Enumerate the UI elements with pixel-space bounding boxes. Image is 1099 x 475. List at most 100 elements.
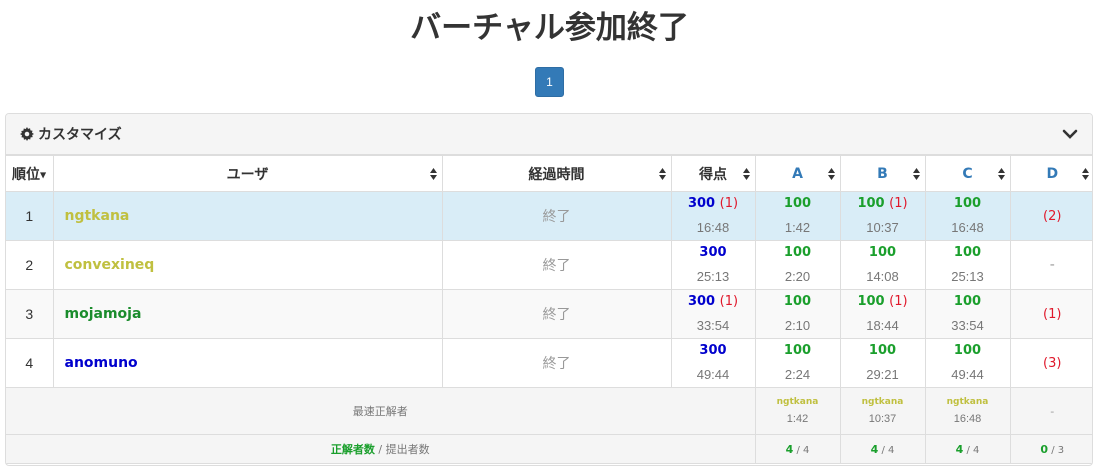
problem-cell[interactable]: 100 (1) 18:44 bbox=[839, 289, 926, 339]
score-header-label: 得点 bbox=[699, 166, 727, 183]
problem-cell[interactable]: 100 49:44 bbox=[924, 338, 1011, 388]
problem-b-link[interactable]: B bbox=[877, 166, 888, 182]
problem-result: 100 bbox=[926, 192, 1010, 216]
problem-points: 100 bbox=[953, 196, 982, 211]
score-time: 16:48 bbox=[696, 220, 730, 235]
chevron-down-icon[interactable] bbox=[1062, 127, 1078, 141]
problem-b-header[interactable]: B bbox=[839, 155, 926, 192]
problem-time: 1:42 bbox=[784, 220, 811, 235]
problem-cell[interactable]: 100 29:21 bbox=[839, 338, 926, 388]
problem-cell[interactable]: (1) bbox=[1009, 289, 1092, 339]
customize-toggle[interactable]: カスタマイズ bbox=[6, 114, 1092, 155]
problem-cell[interactable]: (2) bbox=[1009, 191, 1092, 241]
problem-c-header[interactable]: C bbox=[924, 155, 1011, 192]
score-header[interactable]: 得点 bbox=[670, 155, 756, 192]
problem-time: 49:44 bbox=[951, 367, 984, 382]
fastest-cell: ngtkana 1:42 bbox=[754, 387, 841, 435]
user-header[interactable]: ユーザ bbox=[52, 155, 443, 192]
count-cell: 4 / 4 bbox=[924, 434, 1011, 464]
problem-penalty: (3) bbox=[1043, 356, 1062, 371]
problem-a-header[interactable]: A bbox=[754, 155, 841, 192]
problem-time: 25:13 bbox=[951, 269, 984, 284]
problem-cell: - bbox=[1009, 240, 1092, 290]
rank-cell: 3 bbox=[6, 289, 54, 339]
score-total: 300 bbox=[687, 294, 716, 309]
fastest-time: 10:37 bbox=[868, 412, 897, 425]
problem-time: 16:48 bbox=[951, 220, 984, 235]
problem-penalty: (1) bbox=[889, 294, 908, 309]
score-total: 300 bbox=[699, 343, 727, 358]
problem-cell[interactable]: (3) bbox=[1009, 338, 1092, 388]
score-total: 300 bbox=[687, 196, 716, 211]
problem-result: 100 bbox=[756, 290, 840, 314]
problem-penalty: (1) bbox=[1043, 307, 1062, 322]
problem-points: 100 bbox=[783, 294, 812, 309]
problem-cell[interactable]: 100 16:48 bbox=[924, 191, 1011, 241]
elapsed-header[interactable]: 経過時間 bbox=[441, 155, 672, 192]
score-line: 300 (1) bbox=[672, 290, 755, 314]
problem-result: 100 bbox=[756, 241, 840, 265]
table-row: 4 anomuno 終了 300 49:44 100 2:24 100 29:21 … bbox=[6, 338, 1092, 388]
problem-result: 100 (1) bbox=[841, 290, 925, 314]
problem-result: 100 bbox=[926, 339, 1010, 363]
table-row: 1 ngtkana 終了 300 (1) 16:48 100 1:42 100 (1… bbox=[6, 191, 1092, 241]
user-link[interactable]: mojamoja bbox=[52, 289, 443, 339]
problem-a-link[interactable]: A bbox=[792, 166, 803, 182]
problem-cell[interactable]: 100 33:54 bbox=[924, 289, 1011, 339]
problem-result: 100 bbox=[756, 192, 840, 216]
user-link[interactable]: ngtkana bbox=[52, 191, 443, 241]
score-line: 300 bbox=[672, 241, 755, 265]
rank-cell: 1 bbox=[6, 191, 54, 241]
problem-points: 100 bbox=[857, 294, 885, 309]
fastest-cell: - bbox=[1009, 387, 1092, 435]
elapsed-cell: 終了 bbox=[441, 338, 672, 388]
count-cell: 4 / 4 bbox=[754, 434, 841, 464]
count-row: 正解者数 / 提出者数 4 / 44 / 44 / 40 / 3 bbox=[6, 434, 1092, 464]
score-penalty: (1) bbox=[719, 294, 739, 309]
problem-result: 100 bbox=[841, 339, 925, 363]
problem-time: 2:24 bbox=[784, 367, 811, 382]
pagination-page-1[interactable]: 1 bbox=[535, 67, 564, 97]
no-fastest: - bbox=[1050, 404, 1055, 418]
score-total: 300 bbox=[699, 245, 727, 260]
fastest-user[interactable]: ngtkana bbox=[841, 395, 925, 410]
problem-d-link[interactable]: D bbox=[1046, 166, 1058, 182]
sort-icon bbox=[429, 168, 437, 180]
user-link[interactable]: convexineq bbox=[52, 240, 443, 290]
fastest-user[interactable]: ngtkana bbox=[756, 395, 840, 410]
problem-result: 100 bbox=[926, 241, 1010, 265]
problem-cell[interactable]: 100 1:42 bbox=[754, 191, 841, 241]
score-cell: 300 49:44 bbox=[670, 338, 756, 388]
fastest-label-text: 最速正解者 bbox=[352, 405, 408, 418]
count-cell: 4 / 4 bbox=[839, 434, 926, 464]
problem-result: 100 (1) bbox=[841, 192, 925, 216]
rank-header-label: 順位 bbox=[12, 166, 40, 183]
problem-cell[interactable]: 100 25:13 bbox=[924, 240, 1011, 290]
user-link[interactable]: anomuno bbox=[52, 338, 443, 388]
problem-points: 100 bbox=[953, 343, 982, 358]
sort-icon bbox=[997, 168, 1005, 180]
elapsed-cell: 終了 bbox=[441, 240, 672, 290]
problem-cell[interactable]: 100 2:10 bbox=[754, 289, 841, 339]
rank-header[interactable]: 順位▼ bbox=[6, 155, 54, 192]
sort-icon bbox=[912, 168, 920, 180]
problem-cell[interactable]: 100 2:24 bbox=[754, 338, 841, 388]
submit-count: / 4 bbox=[793, 444, 810, 456]
standings-table: 順位▼ ユーザ 経過時間 得点 A B C D 1 ngtkana 終了 300… bbox=[6, 155, 1092, 464]
fastest-user[interactable]: ngtkana bbox=[926, 395, 1010, 410]
problem-cell[interactable]: 100 14:08 bbox=[839, 240, 926, 290]
problem-time: 2:20 bbox=[784, 269, 811, 284]
problem-cell[interactable]: 100 2:20 bbox=[754, 240, 841, 290]
problem-c-link[interactable]: C bbox=[962, 166, 972, 182]
problem-d-header[interactable]: D bbox=[1009, 155, 1092, 192]
rank-cell: 2 bbox=[6, 240, 54, 290]
problem-result: 100 bbox=[841, 241, 925, 265]
problem-time: 10:37 bbox=[866, 220, 899, 235]
score-time: 25:13 bbox=[696, 269, 730, 284]
problem-cell[interactable]: 100 (1) 10:37 bbox=[839, 191, 926, 241]
problem-time: 33:54 bbox=[951, 318, 984, 333]
sort-desc-icon: ▼ bbox=[40, 170, 47, 179]
problem-points: 100 bbox=[868, 245, 897, 260]
elapsed-header-label: 経過時間 bbox=[528, 166, 585, 183]
no-submission: - bbox=[1049, 257, 1055, 273]
